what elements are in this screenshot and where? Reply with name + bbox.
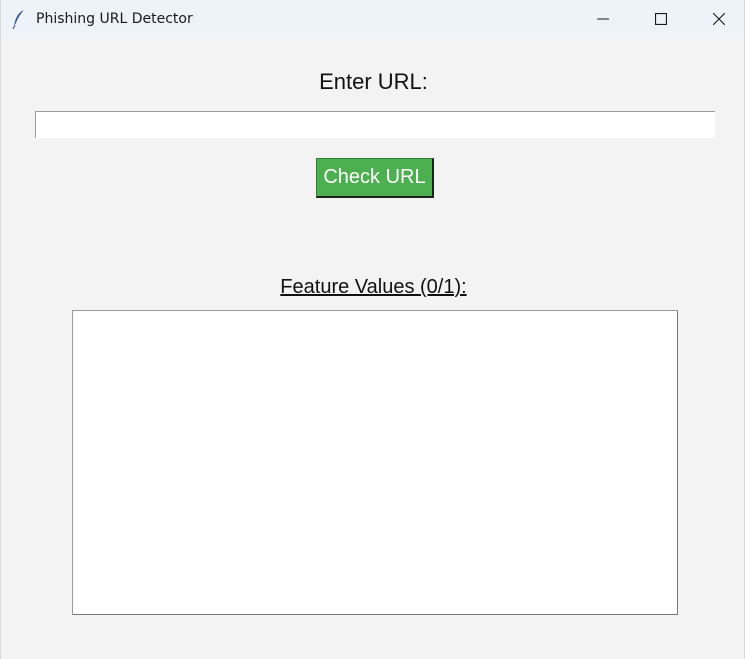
- app-window: Phishing URL Detector Enter URL: Check U…: [0, 0, 745, 659]
- feature-values-textarea[interactable]: [72, 310, 678, 615]
- check-url-button[interactable]: Check URL: [316, 158, 434, 198]
- url-label: Enter URL:: [319, 69, 428, 94]
- main-content: Enter URL: Check URL Feature Values (0/1…: [1, 38, 744, 659]
- feature-values-label: Feature Values (0/1):: [280, 276, 467, 298]
- close-icon: [713, 13, 725, 25]
- url-input[interactable]: [35, 111, 715, 138]
- minimize-icon: [597, 18, 609, 20]
- maximize-icon: [655, 13, 667, 25]
- minimize-button[interactable]: [574, 0, 632, 38]
- feather-icon: [12, 9, 25, 29]
- window-title: Phishing URL Detector: [36, 11, 193, 27]
- maximize-button[interactable]: [632, 0, 690, 38]
- title-bar[interactable]: Phishing URL Detector: [1, 0, 744, 38]
- close-button[interactable]: [690, 0, 745, 38]
